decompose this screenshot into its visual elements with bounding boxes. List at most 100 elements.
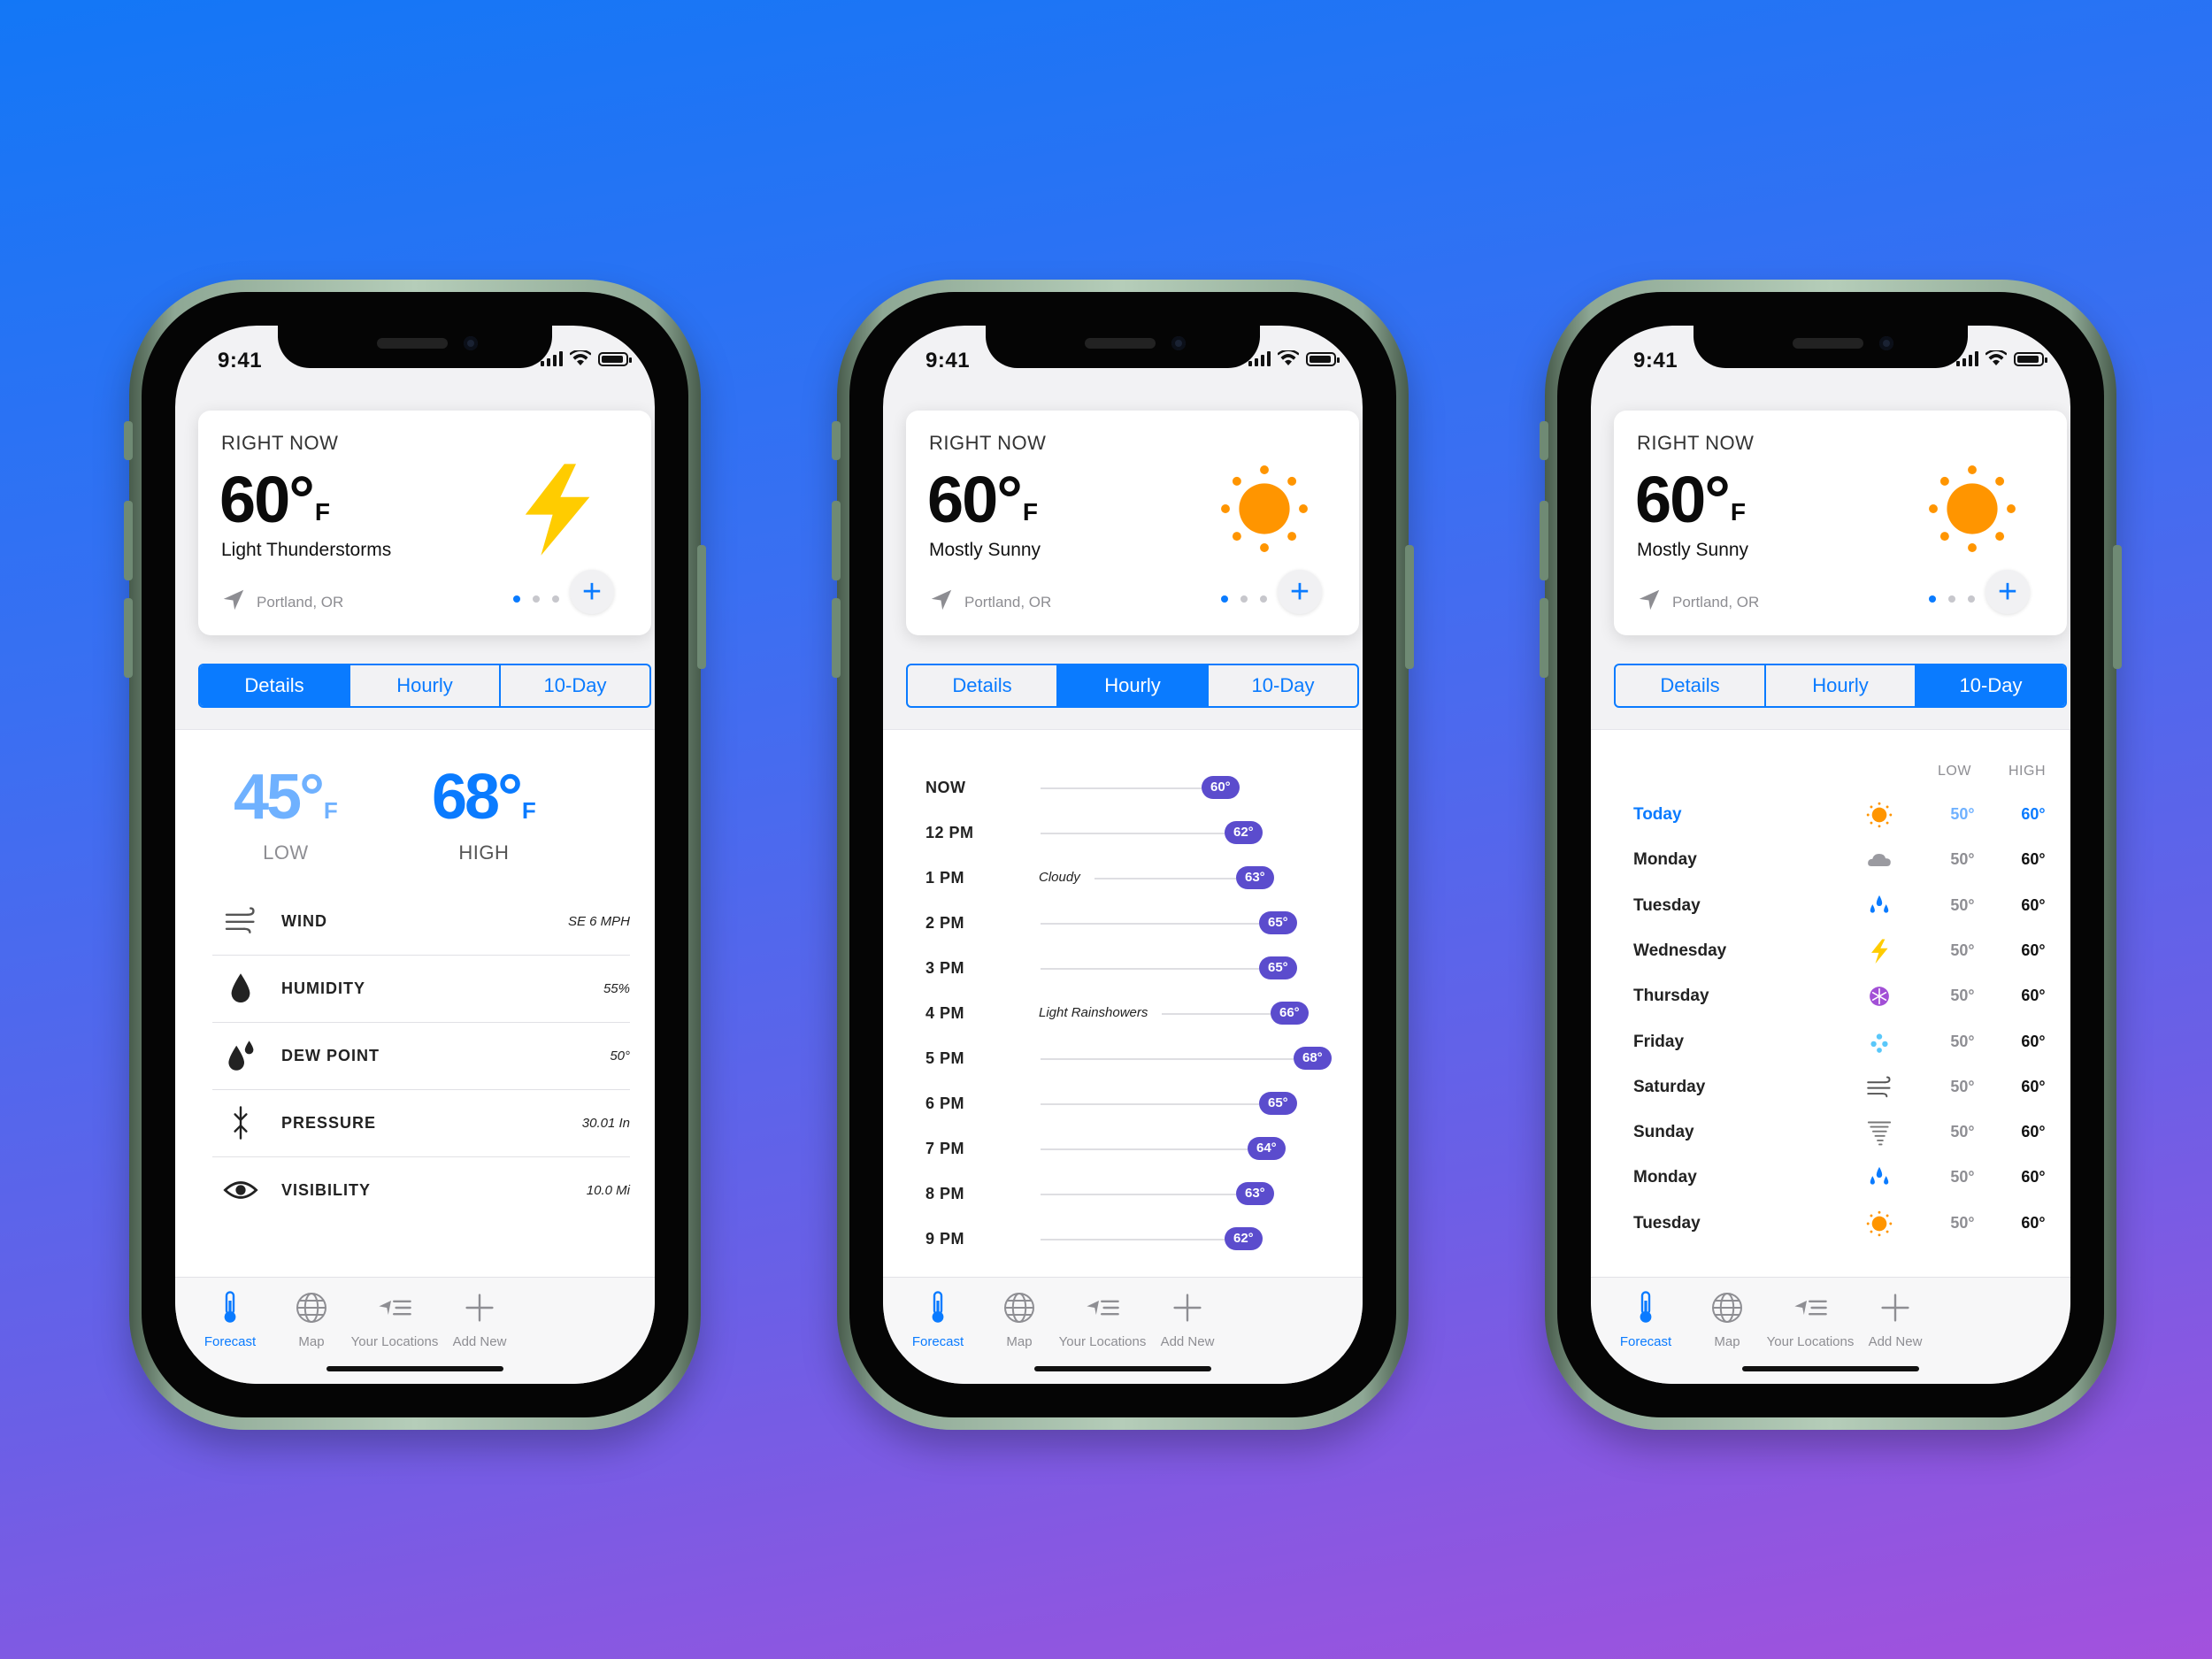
hourly-bar	[1041, 1103, 1259, 1105]
tabbar-add-new[interactable]: Add New	[1134, 1290, 1240, 1349]
day-row[interactable]: Friday 50° 60°	[1633, 1019, 2046, 1064]
hourly-row: 7 PM 64°	[926, 1126, 1327, 1171]
temp-pill: 68°	[1294, 1047, 1332, 1070]
detail-row-visibility: VISIBILITY 10.0 Mi	[212, 1156, 630, 1224]
phone-mockup: 9:41 RIGHT NOW 60°F Mostly Sunny Portlan…	[1540, 280, 2122, 1430]
notch	[278, 326, 552, 368]
temp-pill: 65°	[1259, 1092, 1297, 1115]
temp-pill: 66°	[1271, 1002, 1309, 1025]
day-row[interactable]: Thursday 50° 60°	[1633, 973, 2046, 1018]
add-location-button[interactable]: +	[1278, 570, 1322, 614]
hourly-row: 8 PM 63°	[926, 1171, 1327, 1216]
tab-bar: Forecast Map Your Locations Add New	[883, 1277, 1363, 1384]
battery-icon	[2014, 352, 2047, 366]
day-row[interactable]: Wednesday 50° 60°	[1633, 928, 2046, 973]
temp-pill: 62°	[1225, 1227, 1263, 1250]
hourly-row: 6 PM 65°	[926, 1081, 1327, 1125]
hail-icon	[1865, 1028, 1893, 1056]
thermometer-icon	[1628, 1290, 1663, 1329]
plus-icon	[462, 1290, 497, 1329]
location-arrow-icon	[929, 588, 954, 617]
detail-row-wind: WIND SE 6 MPH	[212, 887, 630, 956]
day-row[interactable]: Tuesday 50° 60°	[1633, 1201, 2046, 1246]
lightning-icon	[508, 460, 605, 557]
detail-row-pressure: PRESSURE 30.01 In	[212, 1089, 630, 1157]
tab-details[interactable]: Details	[1616, 665, 1766, 706]
battery-icon	[1306, 352, 1340, 366]
current-conditions-card[interactable]: RIGHT NOW 60°F Mostly Sunny Portland, OR…	[906, 411, 1359, 635]
plus-icon	[1170, 1290, 1205, 1329]
mute-switch	[1540, 421, 1548, 460]
wifi-icon	[1985, 350, 2007, 365]
temp-pill: 63°	[1236, 1182, 1274, 1205]
status-time: 9:41	[1633, 349, 1678, 373]
hourly-row: 3 PM 65°	[926, 946, 1327, 990]
tabbar-add-new[interactable]: Add New	[426, 1290, 533, 1349]
phone-mockup: 9:41 RIGHT NOW 60°F Light Thunderstorms	[124, 280, 706, 1430]
view-segmented-control[interactable]: Details Hourly 10-Day	[906, 664, 1359, 708]
temp-pill: 62°	[1225, 821, 1263, 844]
tabbar-add-new[interactable]: Add New	[1842, 1290, 1948, 1349]
globe-icon	[294, 1290, 329, 1329]
day-row[interactable]: Today 50° 60°	[1633, 792, 2046, 837]
wifi-icon	[570, 350, 591, 365]
power-button	[1405, 545, 1414, 669]
right-now-label: RIGHT NOW	[1637, 432, 1755, 454]
location-arrow-icon	[221, 588, 246, 617]
page-indicator[interactable]	[1929, 595, 1975, 603]
add-location-button[interactable]: +	[1985, 570, 2030, 614]
hourly-bar	[1041, 1148, 1248, 1150]
volume-up-button	[832, 501, 841, 580]
tab-bar: Forecast Map Your Locations Add New	[175, 1277, 655, 1384]
day-row[interactable]: Tuesday 50° 60°	[1633, 883, 2046, 928]
detail-row-dew-point: DEW POINT 50°	[212, 1022, 630, 1090]
sun-icon	[1924, 460, 2021, 557]
tab-hourly[interactable]: Hourly	[1058, 665, 1209, 706]
day-row[interactable]: Monday 50° 60°	[1633, 1155, 2046, 1200]
hourly-row: 2 PM 65°	[926, 901, 1327, 945]
phone-bezel: 9:41 RIGHT NOW 60°F Mostly Sunny Portlan…	[849, 292, 1396, 1417]
tab-details[interactable]: Details	[200, 665, 350, 706]
wind-icon	[223, 903, 258, 939]
tab-details[interactable]: Details	[908, 665, 1058, 706]
dew-point-icon	[223, 1038, 258, 1073]
add-location-button[interactable]: +	[570, 570, 614, 614]
condition-text: Light Thunderstorms	[221, 540, 392, 560]
power-button	[697, 545, 706, 669]
current-conditions-card[interactable]: RIGHT NOW 60°F Light Thunderstorms Portl…	[198, 411, 651, 635]
location[interactable]: Portland, OR	[929, 588, 1051, 617]
volume-up-button	[1540, 501, 1548, 580]
lightning-icon	[1865, 937, 1893, 965]
tab-10-day[interactable]: 10-Day	[1209, 665, 1357, 706]
day-row[interactable]: Sunday 50° 60°	[1633, 1110, 2046, 1155]
current-conditions-card[interactable]: RIGHT NOW 60°F Mostly Sunny Portland, OR…	[1614, 411, 2067, 635]
hourly-bar	[1041, 1194, 1236, 1195]
home-indicator	[326, 1366, 503, 1371]
temp-pill: 64°	[1248, 1137, 1286, 1160]
sun-icon	[1865, 801, 1893, 829]
condition-text: Mostly Sunny	[929, 540, 1041, 560]
phone-mockup: 9:41 RIGHT NOW 60°F Mostly Sunny Portlan…	[832, 280, 1414, 1430]
phone-bezel: 9:41 RIGHT NOW 60°F Light Thunderstorms	[142, 292, 688, 1417]
wind-icon	[1865, 1073, 1893, 1102]
tab-10-day[interactable]: 10-Day	[1916, 665, 2065, 706]
view-segmented-control[interactable]: Details Hourly 10-Day	[198, 664, 651, 708]
day-row[interactable]: Monday 50° 60°	[1633, 837, 2046, 882]
day-row[interactable]: Saturday 50° 60°	[1633, 1064, 2046, 1110]
volume-down-button	[1540, 598, 1548, 678]
snowflake-icon	[1865, 982, 1893, 1010]
mute-switch	[832, 421, 841, 460]
hourly-row: 4 PM Light Rainshowers 66°	[926, 991, 1327, 1035]
tab-hourly[interactable]: Hourly	[350, 665, 501, 706]
hourly-row: 1 PM Cloudy 63°	[926, 856, 1327, 900]
page-indicator[interactable]	[1221, 595, 1267, 603]
location[interactable]: Portland, OR	[1637, 588, 1759, 617]
tab-10-day[interactable]: 10-Day	[501, 665, 649, 706]
view-segmented-control[interactable]: Details Hourly 10-Day	[1614, 664, 2067, 708]
tab-hourly[interactable]: Hourly	[1766, 665, 1916, 706]
locations-list-icon	[1793, 1290, 1828, 1329]
volume-down-button	[832, 598, 841, 678]
page-indicator[interactable]	[513, 595, 559, 603]
current-temp: 60°F	[927, 463, 1039, 536]
location[interactable]: Portland, OR	[221, 588, 343, 617]
